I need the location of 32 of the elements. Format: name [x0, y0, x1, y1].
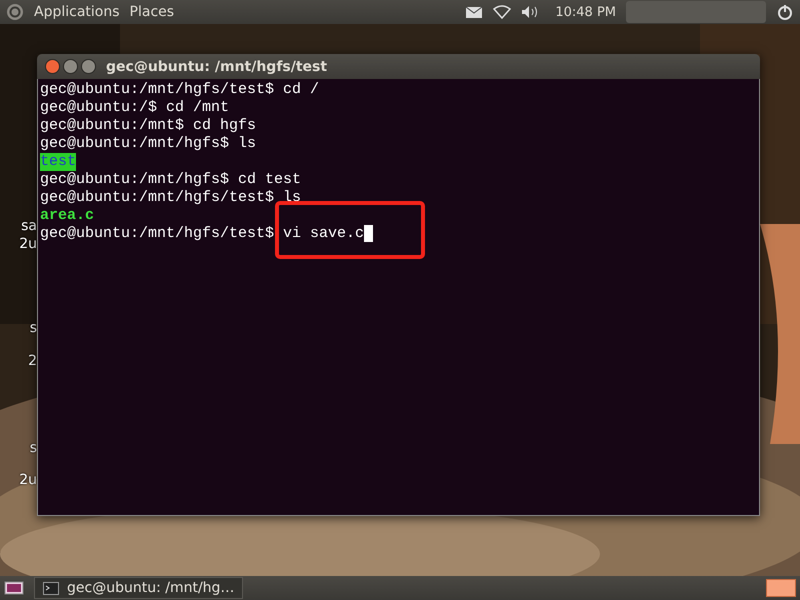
terminal-line: gec@ubuntu:/mnt/hgfs/test$ ls	[40, 189, 302, 207]
terminal-icon	[43, 582, 59, 594]
text-cursor	[364, 225, 374, 242]
clock[interactable]: 10:48 PM	[555, 4, 616, 20]
ubuntu-logo-icon	[6, 3, 24, 21]
close-button[interactable]	[45, 59, 60, 74]
desktop-icon-label[interactable]: s	[30, 440, 37, 456]
taskbar-task[interactable]: gec@ubuntu: /mnt/hg…	[34, 577, 244, 599]
desktop-icon	[4, 581, 24, 595]
wifi-icon	[493, 5, 512, 19]
terminal-line: gec@ubuntu:/mnt/hgfs/test$ cd /	[40, 81, 320, 99]
desktop-icon-label[interactable]: s	[30, 320, 37, 336]
file-name: area.c	[40, 207, 94, 225]
window-title: gec@ubuntu: /mnt/hgfs/test	[106, 58, 328, 74]
maximize-button[interactable]	[81, 59, 96, 74]
volume-icon	[521, 5, 540, 19]
minimize-button[interactable]	[63, 59, 78, 74]
terminal-line: gec@ubuntu:/mnt/hgfs$ cd test	[40, 171, 302, 189]
panel-menu[interactable]: Places	[130, 4, 174, 20]
desktop-icon-label[interactable]: 2u	[19, 472, 37, 488]
desktop-icon-label[interactable]: 2	[28, 353, 37, 369]
terminal-line: gec@ubuntu:/mnt/hgfs/test$ vi save.c	[40, 225, 364, 243]
terminal-line: gec@ubuntu:/$ cd /mnt	[40, 99, 230, 117]
panel-menu[interactable]: Applications	[34, 4, 120, 20]
power-icon	[776, 3, 794, 21]
terminal-line: gec@ubuntu:/mnt$ cd hgfs	[40, 117, 256, 135]
workspace-switcher[interactable]	[766, 579, 796, 597]
desktop-icon-label[interactable]: sa	[21, 218, 37, 234]
terminal-line: gec@ubuntu:/mnt/hgfs$ ls	[40, 135, 256, 153]
mail-icon	[465, 5, 484, 19]
directory-name: test	[40, 153, 76, 171]
desktop-icon-label[interactable]: 2u	[19, 236, 37, 252]
